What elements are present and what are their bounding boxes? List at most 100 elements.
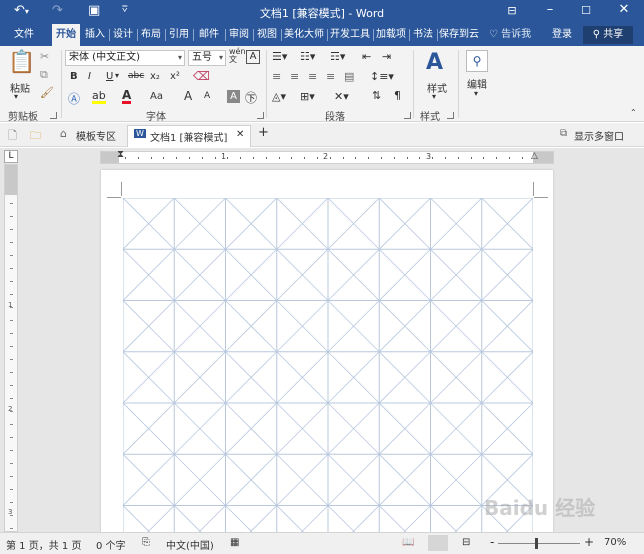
sort-icon[interactable]: ⇅	[372, 89, 381, 102]
styles-icon[interactable]: A	[426, 50, 443, 75]
language-indicator[interactable]: 中文(中国)	[166, 537, 214, 552]
share-button[interactable]: ⚲ 共享	[583, 26, 633, 44]
paste-button-label[interactable]: 粘贴	[10, 80, 30, 95]
collapse-ribbon-icon[interactable]: ⌃	[630, 108, 637, 117]
tell-me-box[interactable]: ♡ 告诉我	[489, 24, 531, 46]
text-effects-icon[interactable]: Ⓐ	[68, 90, 80, 107]
new-tab-icon[interactable]: +	[258, 125, 269, 140]
horizontal-ruler[interactable]: 1 2 3 ⧗ △	[100, 149, 554, 164]
tab-layout[interactable]: 布局	[138, 24, 164, 46]
tab-insert[interactable]: 插入	[82, 24, 108, 46]
tab-mailings[interactable]: 邮件	[194, 24, 224, 46]
increase-indent-icon[interactable]: ⇥	[382, 50, 391, 63]
enclose-characters-icon[interactable]: ㊦	[245, 89, 257, 106]
font-size-select[interactable]: 五号 ▾	[188, 50, 226, 66]
shrink-font-button[interactable]: A	[204, 91, 210, 101]
paragraph-launcher-icon[interactable]	[404, 112, 411, 119]
align-left-icon[interactable]: ≡	[272, 70, 281, 83]
tab-review[interactable]: 审阅	[226, 24, 252, 46]
multilevel-list-icon[interactable]: ☶▾	[330, 50, 345, 63]
proofing-icon[interactable]: ⎘	[142, 537, 150, 548]
document-page[interactable]	[101, 170, 553, 538]
show-marks-icon[interactable]: ¶	[394, 89, 401, 102]
format-painter-icon[interactable]: 🖌	[40, 86, 54, 99]
zoom-level[interactable]: 70%	[604, 537, 626, 548]
align-center-icon[interactable]: ≡	[290, 70, 299, 83]
word-count[interactable]: 0 个字	[96, 537, 126, 552]
highlight-color-icon[interactable]: ab	[92, 90, 106, 104]
template-zone-tab[interactable]: 模板专区	[76, 128, 116, 143]
clipboard-launcher-icon[interactable]	[50, 112, 57, 119]
search-icon[interactable]: ⚲	[466, 50, 488, 72]
close-tab-icon[interactable]: ✕	[236, 129, 244, 140]
maximize-icon[interactable]: ☐	[574, 4, 598, 17]
show-multi-window-link[interactable]: 显示多窗口	[574, 128, 624, 143]
tab-addins[interactable]: 加载项	[374, 24, 408, 46]
styles-launcher-icon[interactable]	[447, 112, 454, 119]
tab-view[interactable]: 视图	[254, 24, 280, 46]
grow-font-button[interactable]: A	[184, 89, 192, 103]
cut-icon[interactable]: ✂	[40, 50, 49, 63]
bold-button[interactable]: B	[70, 71, 78, 82]
open-folder-icon[interactable]: 🗀	[30, 127, 41, 146]
chevron-down-icon[interactable]: ▾	[474, 89, 478, 98]
decrease-indent-icon[interactable]: ⇤	[362, 50, 371, 63]
tab-references[interactable]: 引用	[166, 24, 192, 46]
chevron-down-icon[interactable]: ▾	[432, 92, 436, 101]
print-layout-icon[interactable]	[428, 535, 448, 551]
clear-formatting-icon[interactable]: ⌫	[193, 69, 210, 83]
strikethrough-button[interactable]: abc	[128, 71, 144, 81]
character-shading-icon[interactable]: A	[227, 90, 240, 103]
read-mode-icon[interactable]: 📖	[402, 537, 414, 548]
indent-marker-icon[interactable]: ⧗	[117, 149, 124, 160]
paste-dropdown-icon[interactable]: ▾	[14, 92, 18, 101]
tab-selector-button[interactable]: L	[4, 150, 18, 163]
tab-calligraphy[interactable]: 书法	[410, 24, 436, 46]
login-link[interactable]: 登录	[552, 24, 572, 46]
borders-icon[interactable]: ⊞▾	[300, 90, 315, 103]
tab-developer[interactable]: 开发工具	[328, 24, 372, 46]
distributed-icon[interactable]: ▤	[344, 70, 354, 83]
zoom-out-button[interactable]: -	[490, 535, 494, 549]
page-count[interactable]: 第 1 页，共 1 页	[6, 537, 81, 552]
minimize-icon[interactable]: –	[538, 2, 562, 17]
chinese-layout-icon[interactable]: ✕▾	[334, 90, 349, 103]
paste-icon[interactable]: 📋	[8, 50, 35, 75]
tab-save-to-cloud[interactable]: 保存到云	[438, 24, 480, 46]
tab-beautify[interactable]: 美化大师	[282, 24, 326, 46]
web-layout-icon[interactable]: ⊟	[462, 537, 470, 548]
superscript-button[interactable]: x²	[170, 71, 180, 82]
font-name-select[interactable]: 宋体 (中文正文) ▾	[65, 50, 185, 66]
document-tab-active[interactable]: W 文档1 [兼容模式] ✕	[127, 125, 251, 147]
justify-icon[interactable]: ≡	[326, 70, 335, 83]
subscript-button[interactable]: x₂	[150, 71, 160, 82]
tab-file[interactable]: 文件	[8, 24, 40, 46]
font-color-icon[interactable]: A	[122, 89, 132, 104]
change-case-button[interactable]: Aa	[150, 91, 163, 102]
line-spacing-icon[interactable]: ↕≡▾	[370, 70, 394, 83]
tab-design[interactable]: 设计	[110, 24, 136, 46]
bullets-icon[interactable]: ☰▾	[272, 50, 287, 63]
home-icon[interactable]: ⌂	[60, 127, 67, 140]
styles-button-label[interactable]: 样式	[427, 80, 447, 95]
italic-button[interactable]: I	[88, 71, 91, 82]
tab-home[interactable]: 开始	[52, 24, 80, 46]
pinyin-guide-button[interactable]: wén 文	[229, 48, 246, 64]
right-indent-marker-icon[interactable]: △	[531, 151, 538, 161]
align-right-icon[interactable]: ≡	[308, 70, 317, 83]
numbering-icon[interactable]: ☷▾	[300, 50, 315, 63]
close-icon[interactable]: ✕	[612, 2, 636, 17]
zoom-in-button[interactable]: +	[584, 535, 594, 549]
zoom-slider-thumb[interactable]	[535, 538, 538, 549]
ribbon-display-options-icon[interactable]: ⊟	[500, 4, 524, 17]
shading-icon[interactable]: ◬▾	[272, 90, 286, 103]
character-border-button[interactable]: A	[246, 50, 260, 64]
macro-icon[interactable]: ▦	[230, 537, 239, 548]
chevron-down-icon[interactable]: ▾	[115, 71, 119, 80]
zoom-slider-track[interactable]	[498, 543, 580, 544]
multi-window-icon[interactable]: ⧉	[560, 128, 567, 139]
new-document-icon[interactable]: 🗋	[8, 127, 17, 146]
copy-icon[interactable]: ⧉	[40, 68, 48, 82]
font-launcher-icon[interactable]	[257, 112, 264, 119]
underline-button[interactable]: U	[106, 71, 113, 82]
